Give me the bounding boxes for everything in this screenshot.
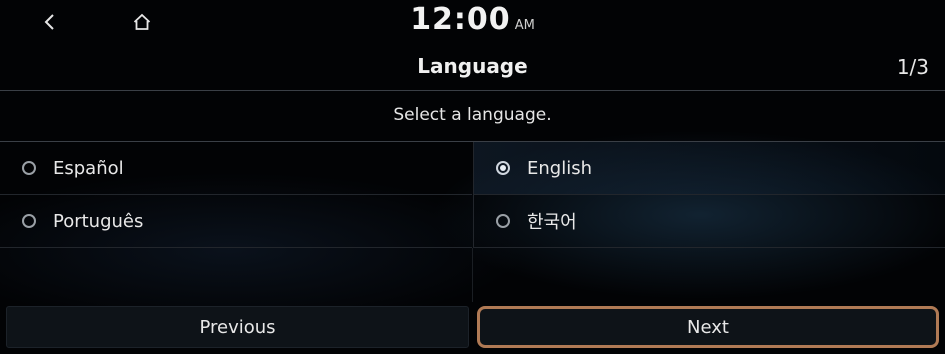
radio-button <box>22 214 36 228</box>
next-button-label: Next <box>687 316 729 338</box>
language-options: Español English Português 한국어 <box>0 142 945 248</box>
language-label: English <box>527 157 592 179</box>
previous-button[interactable]: Previous <box>6 306 469 348</box>
clock-ampm: AM <box>514 18 535 33</box>
language-option-portugues[interactable]: Português <box>0 195 472 248</box>
language-label: Español <box>53 157 124 179</box>
page-title: Language <box>417 54 528 78</box>
clock: 12:00 AM <box>0 2 945 37</box>
header: Language 1/3 <box>0 44 945 91</box>
language-option-korean[interactable]: 한국어 <box>473 195 945 248</box>
radio-button <box>22 161 36 175</box>
screen: 12:00 AM Language 1/3 Select a language. … <box>0 0 945 354</box>
previous-button-label: Previous <box>199 316 276 338</box>
radio-button <box>496 214 510 228</box>
column-divider <box>472 248 473 302</box>
radio-button-selected <box>496 161 510 175</box>
language-option-english[interactable]: English <box>473 142 945 195</box>
next-button[interactable]: Next <box>477 306 939 348</box>
language-label: 한국어 <box>527 212 577 233</box>
language-label: Português <box>53 210 144 232</box>
instruction-text: Select a language. <box>393 105 552 125</box>
status-bar: 12:00 AM <box>0 0 945 44</box>
language-option-espanol[interactable]: Español <box>0 142 472 195</box>
instruction: Select a language. <box>0 91 945 142</box>
clock-time: 12:00 <box>410 2 511 37</box>
page-indicator: 1/3 <box>896 55 929 79</box>
